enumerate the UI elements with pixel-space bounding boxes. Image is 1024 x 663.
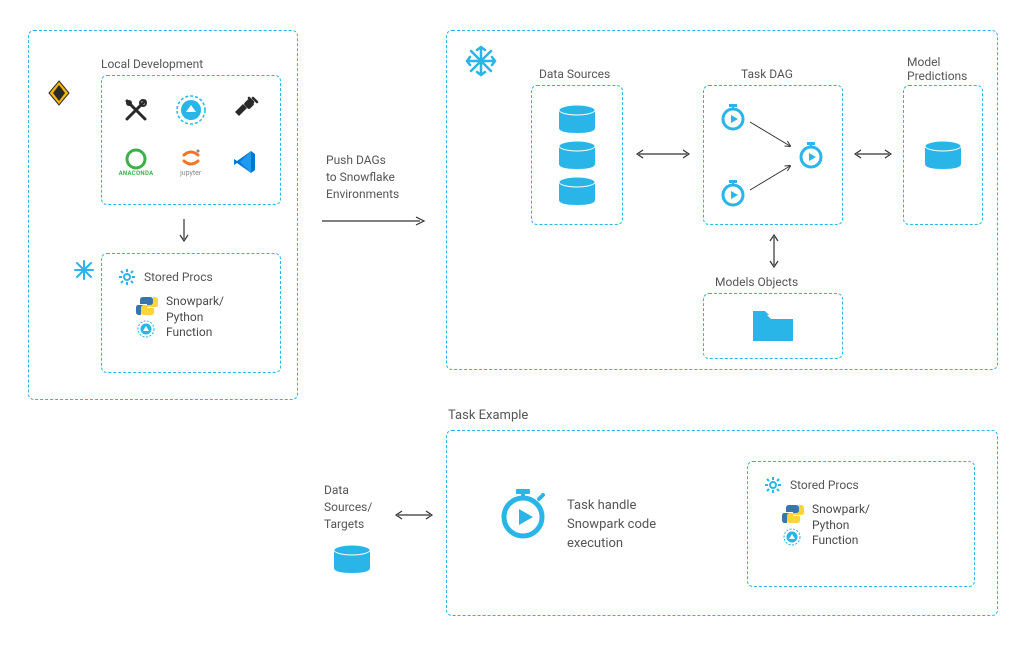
task-dag-label: Task DAG (741, 67, 793, 81)
task-stored-procs-body: Snowpark/ Python Function (812, 502, 870, 549)
stored-procs-box: Stored Procs Snowpark/ Python Function (101, 253, 281, 373)
snowflake-env-container: Data Sources Task DAG Model P (446, 30, 998, 370)
local-dev-container: Local Development (28, 30, 298, 400)
database-icon (330, 544, 374, 578)
stored-procs-body: Snowpark/ Python Function (166, 294, 224, 341)
task-example-container: Task handle Snowpark code execution Stor… (446, 430, 998, 616)
push-label: Push DAGs to Snowflake Environments (326, 152, 399, 202)
diamond-icon (45, 79, 73, 111)
task-handle-text: Task handle Snowpark code execution (567, 497, 656, 554)
snowflake-icon (73, 259, 95, 285)
folder-icon (751, 309, 795, 343)
data-sources-label: Data Sources (539, 67, 610, 81)
task-dag-box (703, 85, 843, 225)
model-predictions-box (903, 85, 983, 225)
database-icon (555, 140, 599, 170)
task-stored-procs-box: Stored Procs Snowpark/ Python Function (747, 461, 975, 587)
jupyter-icon: jupyter (171, 142, 211, 182)
gear-icon (118, 268, 136, 286)
streamlit-small-icon (782, 527, 802, 547)
python-icon (782, 503, 804, 525)
arrow-down-icon (177, 217, 191, 245)
data-sources-targets-label: Data Sources/ Targets (324, 482, 372, 532)
arrow-bi-icon (392, 508, 436, 522)
vscode-icon (225, 142, 265, 182)
local-dev-title: Local Development (101, 57, 203, 71)
task-stored-procs-title: Stored Procs (790, 478, 859, 492)
database-icon (555, 104, 599, 134)
python-icon (136, 295, 158, 317)
streamlit-small-icon (136, 319, 156, 339)
model-predictions-label: Model Predictions (907, 55, 967, 83)
tools-grid-box: ANACONDA jupyter (101, 75, 281, 205)
arrow-right-icon (320, 214, 430, 228)
task-clock-icon (495, 485, 551, 541)
plug-icon (225, 90, 265, 130)
task-example-title: Task Example (448, 408, 528, 423)
models-objects-label: Models Objects (715, 275, 798, 289)
arrow-bi-icon (851, 147, 895, 161)
data-sources-box (531, 85, 623, 225)
arrow-bi-icon (633, 147, 693, 161)
streamlit-icon (171, 90, 211, 130)
arrow-bi-vert-icon (767, 231, 781, 271)
gear-icon (764, 476, 782, 494)
models-objects-box (703, 293, 843, 359)
stored-procs-title: Stored Procs (144, 270, 213, 284)
anaconda-icon: ANACONDA (116, 142, 156, 182)
snowflake-icon (465, 45, 497, 81)
tools-icon (116, 90, 156, 130)
database-icon (921, 140, 965, 170)
database-icon (555, 176, 599, 206)
